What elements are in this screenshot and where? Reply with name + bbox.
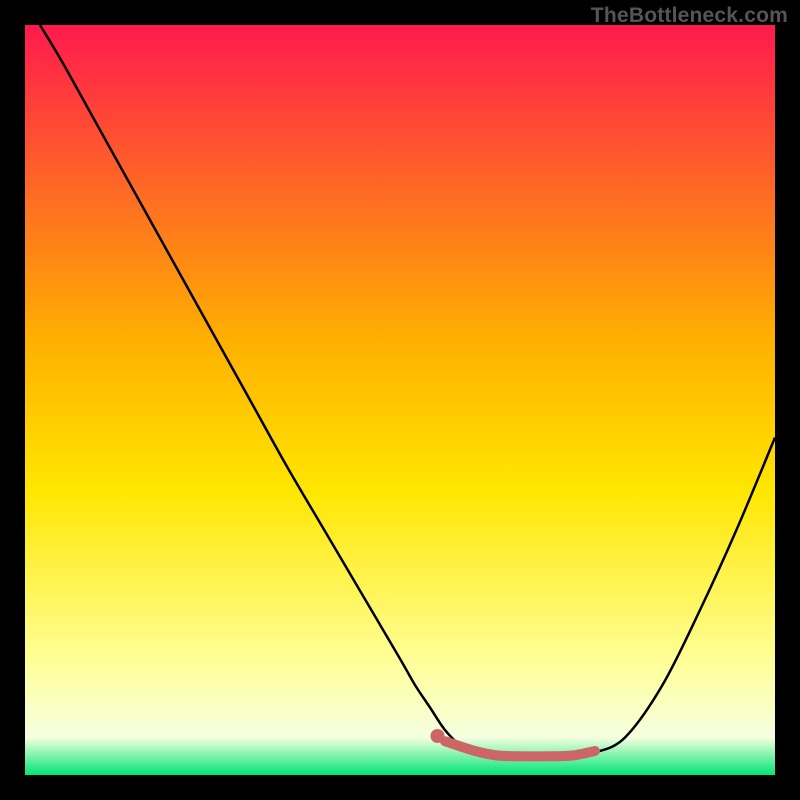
optimal-start-dot: [431, 729, 445, 743]
watermark-text: TheBottleneck.com: [591, 4, 788, 28]
gradient-background: [25, 25, 775, 775]
plot-area: [25, 25, 775, 775]
chart-frame: TheBottleneck.com: [0, 0, 800, 800]
chart-svg: [25, 25, 775, 775]
